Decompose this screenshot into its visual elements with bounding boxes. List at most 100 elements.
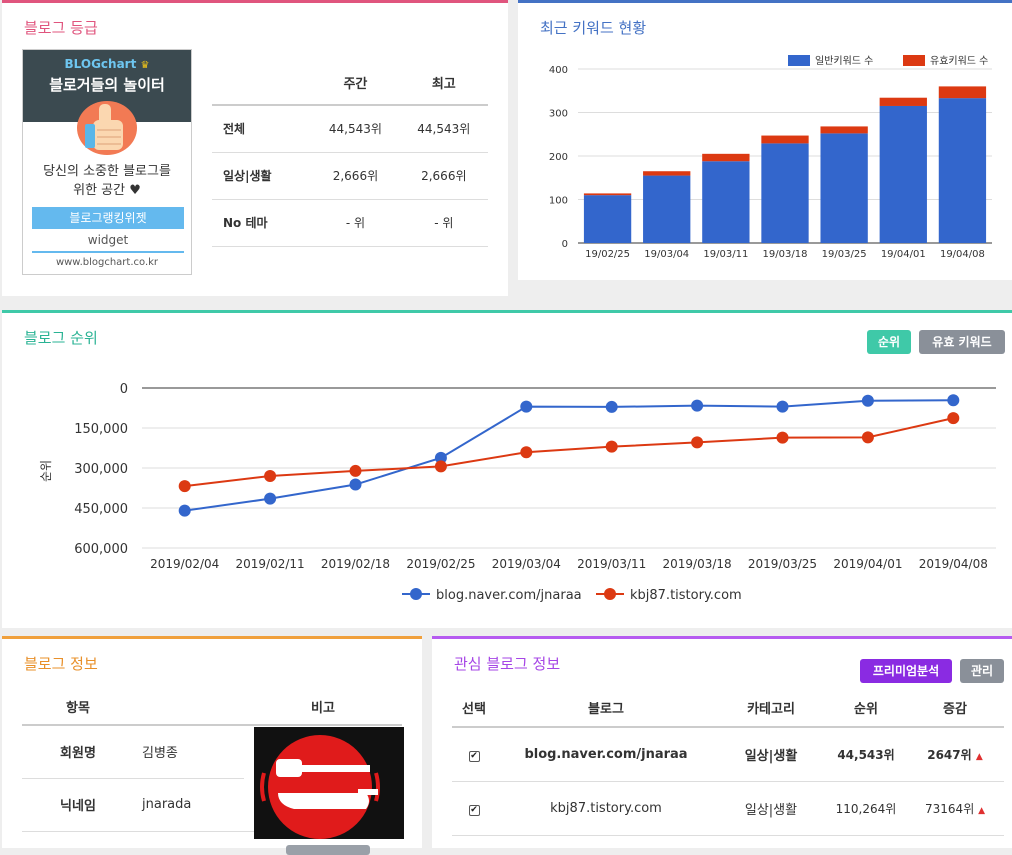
data-point <box>178 480 191 493</box>
data-point <box>264 492 277 505</box>
x-tick-label: 2019/03/18 <box>663 557 732 571</box>
interest-blog-table: 선택 블로그 카테고리 순위 증감 ✔ blog.naver.com/jnara… <box>452 689 1004 836</box>
col-change: 증감 <box>906 689 1004 728</box>
data-point <box>947 412 960 425</box>
keyword-bar-chart: 0 100 200 300 400 19/02/25 19/03/04 19/03/11 19/… <box>549 54 992 260</box>
widget-url[interactable]: www.blogchart.co.kr <box>23 257 191 268</box>
col-category: 카테고리 <box>716 689 826 728</box>
bar <box>938 98 987 244</box>
bar <box>702 153 750 162</box>
bar <box>702 161 750 243</box>
data-point <box>520 400 533 413</box>
blog-rank: 44,543위 <box>826 727 906 782</box>
bar <box>583 195 632 243</box>
valid-keyword-button[interactable]: 유효 키워드 <box>919 330 1005 354</box>
manage-button[interactable]: 관리 <box>960 659 1004 683</box>
rank-button[interactable]: 순위 <box>867 330 911 354</box>
blog-link[interactable]: kbj87.tistory.com <box>496 781 716 836</box>
x-tick-label: 2019/02/18 <box>321 557 390 571</box>
data-point <box>691 436 704 449</box>
data-point <box>861 394 874 407</box>
rank-line-chart: 0 150,000 300,000 450,000 600,000 순위 2019/02/0… <box>39 382 996 603</box>
legend-label: 일반키워드 수 <box>815 54 873 67</box>
grade-weekly-value: 44,543위 <box>311 105 400 153</box>
bar <box>938 86 987 99</box>
x-tick-label: 2019/04/01 <box>833 557 902 571</box>
col-blog: 블로그 <box>496 689 716 728</box>
x-tick-label: 2019/03/04 <box>492 557 561 571</box>
grade-col-best: 최고 <box>399 61 488 106</box>
bar <box>583 193 632 196</box>
x-tick-label: 19/02/25 <box>585 249 630 260</box>
y-axis-label: 순위 <box>39 460 53 482</box>
table-row: ✔ blog.naver.com/jnaraa 일상|생활 44,543위 26… <box>452 727 1004 782</box>
up-arrow-icon: ▲ <box>978 805 985 816</box>
widget-description: 당신의 소중한 블로그를 위한 공간 ♥ <box>43 164 171 198</box>
data-point <box>776 431 789 444</box>
select-checkbox[interactable]: ✔ <box>468 750 480 762</box>
info-label: 회원명 <box>22 725 134 779</box>
x-tick-label: 19/04/08 <box>940 249 985 260</box>
bar <box>761 143 809 243</box>
x-tick-label: 19/04/01 <box>881 249 926 260</box>
select-checkbox[interactable]: ✔ <box>468 804 480 816</box>
blog-info-title: 블로그 정보 <box>24 655 98 673</box>
col-select: 선택 <box>452 689 496 728</box>
data-point <box>349 478 362 491</box>
data-point <box>691 399 704 412</box>
widget-caption: widget <box>87 233 129 247</box>
info-value: jnarada <box>134 778 244 832</box>
data-point <box>605 400 618 413</box>
data-point <box>434 460 447 473</box>
grade-best-value: 44,543위 <box>399 105 488 153</box>
premium-analysis-button[interactable]: 프리미엄분석 <box>860 659 952 683</box>
y-tick-label: 400 <box>549 65 568 76</box>
x-tick-label: 2019/03/11 <box>577 557 646 571</box>
profile-action-button[interactable] <box>286 845 370 855</box>
interest-blog-title: 관심 블로그 정보 <box>454 655 561 673</box>
y-tick-label: 150,000 <box>74 422 128 437</box>
col-rank: 순위 <box>826 689 906 728</box>
x-tick-label: 2019/02/25 <box>406 557 475 571</box>
x-tick-label: 19/03/18 <box>763 249 808 260</box>
blog-grade-panel: 블로그 등급 BLOGchart ♛ 블로거들의 놀이터 당신의 소중한 블로그… <box>2 0 508 296</box>
legend-label: kbj87.tistory.com <box>630 588 742 603</box>
table-row: No 테마 - 위 - 위 <box>212 199 488 247</box>
keyword-status-title: 최근 키워드 현황 <box>540 19 647 37</box>
info-col-value <box>134 689 244 726</box>
blogchart-logo: BLOGchart ♛ <box>64 57 150 71</box>
x-tick-label: 2019/02/04 <box>150 557 219 571</box>
legend-swatch <box>788 55 810 66</box>
bar <box>643 171 691 176</box>
blogchart-widget[interactable]: BLOGchart ♛ 블로거들의 놀이터 당신의 소중한 블로그를 위한 공간… <box>22 49 192 275</box>
data-point <box>605 440 618 453</box>
info-label: 닉네임 <box>22 778 134 832</box>
series-line <box>184 399 954 512</box>
info-col-item: 항목 <box>22 689 134 726</box>
grade-row-label: 일상|생활 <box>212 152 312 200</box>
table-row: 일상|생활 2,666위 2,666위 <box>212 152 488 200</box>
blog-grade-title: 블로그 등급 <box>24 19 98 37</box>
blog-profile-image <box>254 727 404 839</box>
x-tick-label: 19/03/11 <box>703 249 748 260</box>
grade-row-label: 전체 <box>212 105 312 153</box>
blog-category: 일상|생활 <box>716 781 826 836</box>
bar <box>643 175 691 243</box>
data-point <box>776 400 789 413</box>
fork-knife-icon <box>254 727 404 839</box>
y-tick-label: 200 <box>549 152 568 163</box>
grade-row-label: No 테마 <box>212 199 312 247</box>
blog-link[interactable]: blog.naver.com/jnaraa <box>496 727 716 782</box>
data-point <box>861 431 874 444</box>
up-arrow-icon: ▲ <box>975 751 983 762</box>
x-tick-label: 2019/04/08 <box>919 557 988 571</box>
thumbs-up-icon <box>77 101 137 155</box>
keyword-status-panel: 최근 키워드 현황 0 100 200 300 400 19/02/25 19/03/04 1… <box>518 0 1012 280</box>
blog-ranking-widget-button[interactable]: 블로그랭킹위젯 <box>32 207 184 229</box>
table-row: ✔ kbj87.tistory.com 일상|생활 110,264위 73164… <box>452 781 1004 836</box>
bar <box>820 126 868 134</box>
select-cell: ✔ <box>452 727 496 782</box>
interest-blog-panel: 관심 블로그 정보 프리미엄분석 관리 선택 블로그 카테고리 순위 증감 ✔ … <box>432 636 1012 848</box>
data-point <box>349 464 362 477</box>
grade-col-weekly: 주간 <box>311 61 400 106</box>
